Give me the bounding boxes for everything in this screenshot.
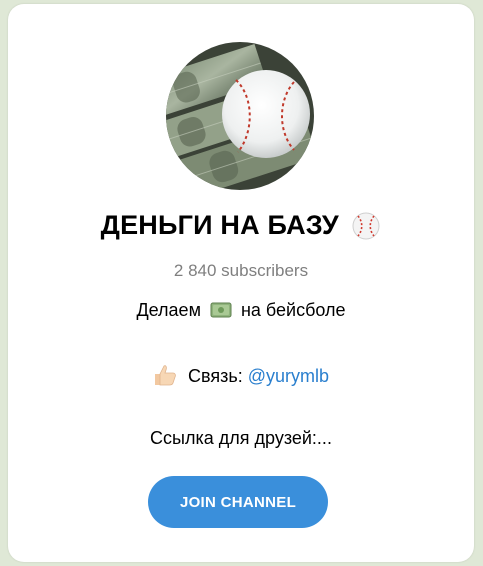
friends-link-text: Ссылка для друзей:... [150,428,332,448]
channel-avatar [166,42,314,190]
avatar-image [166,42,314,190]
subscriber-count: 2 840 subscribers [173,261,309,280]
baseball-icon [351,211,381,241]
description-text-start: Делаем [136,300,201,320]
description-text-end: на бейсболе [240,300,346,320]
channel-title-row: ДЕНЬГИ НА БАЗУ [8,210,474,241]
money-banknote-icon [210,301,232,319]
thumbs-up-icon [153,364,177,386]
channel-contact: Связь: @yurymlb [8,364,474,387]
join-channel-button[interactable]: JOIN CHANNEL [148,476,328,528]
contact-username-link[interactable]: @yurymlb [248,366,329,386]
channel-title: ДЕНЬГИ НА БАЗУ [100,210,339,240]
channel-description: Делаем на бейсболе [8,300,474,321]
contact-label: Связь: [187,366,243,386]
channel-preview-card: ДЕНЬГИ НА БАЗУ 2 840 subscribers Делаем … [8,4,474,562]
